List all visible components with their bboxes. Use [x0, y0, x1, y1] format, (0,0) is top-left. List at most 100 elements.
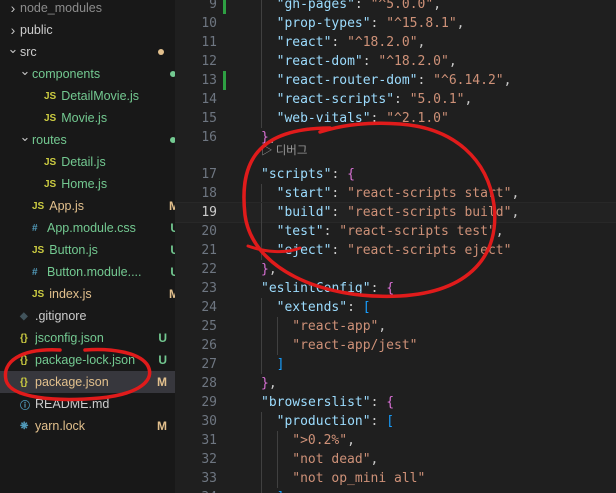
file-name: src — [20, 45, 37, 59]
folder-item[interactable]: › public — [0, 19, 175, 41]
code-token: : — [417, 73, 434, 88]
code-line[interactable]: 16}, — [175, 128, 616, 147]
code-text: "react": "^18.2.0", — [277, 33, 426, 52]
code-token: ">0.2%" — [292, 433, 348, 448]
folder-item[interactable]: ⌄ src — [0, 41, 175, 63]
file-item[interactable]: ◆ .gitignore — [0, 305, 175, 327]
file-item[interactable]: JS index.js M — [0, 283, 175, 305]
code-text: "build": "react-scripts build", — [277, 203, 520, 222]
line-number: 23 — [201, 281, 217, 296]
folder-item[interactable]: › node_modules — [0, 0, 175, 19]
json-file-icon: {} — [20, 376, 28, 388]
code-token: [ — [362, 300, 371, 315]
code-line[interactable]: 11 "react": "^18.2.0", — [175, 33, 616, 52]
code-text: }, — [261, 260, 277, 279]
file-item[interactable]: JSDetailMovie.jsU — [0, 85, 175, 107]
code-line[interactable]: 31 ">0.2%", — [175, 431, 616, 450]
code-token: , — [456, 16, 465, 31]
code-text: "eslintConfig": { — [261, 279, 394, 298]
code-token: : — [347, 300, 363, 315]
code-line[interactable]: 30 "production": [ — [175, 412, 616, 431]
javascript-file-icon: JS — [44, 156, 57, 168]
code-line[interactable]: 34] — [175, 488, 616, 493]
code-token: "gh-pages" — [276, 0, 355, 12]
code-text: "prop-types": "^15.8.1", — [277, 14, 465, 33]
explorer-sidebar: › node_modules › public ⌄ src ⌄ components JS Det… — [0, 0, 175, 493]
file-name: index.js — [49, 287, 92, 301]
code-token: , — [378, 319, 387, 334]
code-token: , — [503, 73, 512, 88]
code-text: "gh-pages": "^5.0.0", — [277, 0, 441, 14]
code-token: , — [347, 433, 355, 448]
file-item[interactable]: JSDetail.jsU — [0, 151, 175, 173]
file-item[interactable]: ⓘ README.md — [0, 393, 175, 415]
code-token: , — [370, 452, 379, 467]
code-token: : — [331, 243, 348, 258]
code-token: } — [261, 130, 269, 145]
code-line[interactable]: 21 "eject": "react-scripts eject" — [175, 241, 616, 260]
file-item[interactable]: # Button.module.... U — [0, 261, 175, 283]
file-item[interactable]: JS App.js M — [0, 195, 175, 217]
code-line[interactable]: 12 "react-dom": "^18.2.0", — [175, 52, 616, 71]
indent-guide — [261, 0, 262, 14]
file-name: Button.module.... — [47, 265, 142, 279]
json-file-icon: {} — [20, 332, 28, 344]
code-text: "react-scripts": "5.0.1", — [277, 90, 473, 109]
code-token: "web-vitals" — [276, 111, 371, 126]
code-line[interactable]: 19 "build": "react-scripts build", — [175, 202, 616, 223]
code-text: ] — [277, 355, 285, 374]
indent-guide — [276, 450, 278, 469]
line-number: 26 — [201, 338, 217, 353]
line-number: 15 — [201, 111, 217, 126]
code-line[interactable]: 13 "react-router-dom": "^6.14.2", — [175, 71, 616, 90]
folder-item[interactable]: ⌄ components — [0, 63, 175, 85]
file-item[interactable]: JS Button.js U — [0, 239, 175, 261]
indent-guide — [261, 469, 262, 488]
code-line[interactable]: 25 "react-app", — [175, 317, 616, 336]
javascript-file-icon: JS — [32, 288, 45, 300]
code-line[interactable]: 29 "browserslist": { — [175, 393, 616, 412]
file-item[interactable]: {} package-lock.json U — [0, 349, 175, 371]
code-editor[interactable]: ▷ 디버그 You, 지 9"gh-pages": "^5.0.0",10"pr… — [175, 0, 616, 493]
code-token: "test" — [276, 224, 324, 239]
file-name: package.json — [35, 375, 109, 389]
code-line[interactable]: 14 "react-scripts": "5.0.1", — [175, 90, 616, 109]
code-line[interactable]: 28}, — [175, 374, 616, 393]
code-line[interactable]: 22}, — [175, 260, 616, 279]
code-token: "browserslist" — [261, 395, 371, 410]
indent-guide — [276, 336, 278, 355]
code-line[interactable]: 18 "start": "react-scripts start", — [175, 184, 616, 203]
file-item[interactable]: {} package.json M — [0, 371, 175, 393]
code-line[interactable]: 24 "extends": [ — [175, 298, 616, 317]
file-item[interactable]: ❋ yarn.lock M — [0, 415, 175, 437]
code-line[interactable]: 23 "eslintConfig": { — [175, 279, 616, 298]
code-token: , — [511, 186, 520, 201]
code-token: "react-scripts build" — [347, 205, 512, 220]
code-line[interactable]: 32 "not dead", — [175, 450, 616, 469]
code-text: "not op_mini all" — [292, 469, 425, 488]
indent-guide — [261, 90, 262, 109]
file-item[interactable]: JSMovie.jsU — [0, 107, 175, 129]
css-file-icon: # — [32, 222, 38, 234]
code-line[interactable]: 27] — [175, 355, 616, 374]
file-item[interactable]: {} jsconfig.json U — [0, 327, 175, 349]
code-token: : — [323, 224, 340, 239]
code-token: "react-app/jest" — [292, 338, 418, 353]
code-line[interactable]: 15 "web-vitals": "^2.1.0" — [175, 109, 616, 128]
code-line[interactable]: 26 "react-app/jest" — [175, 336, 616, 355]
file-item[interactable]: # App.module.css U — [0, 217, 175, 239]
code-line[interactable]: 9 "gh-pages": "^5.0.0", — [175, 0, 616, 14]
code-line[interactable]: 20 "test": "react-scripts test", — [175, 222, 616, 241]
code-line[interactable]: 33 "not op_mini all" — [175, 469, 616, 488]
code-line[interactable]: 10 "prop-types": "^15.8.1", — [175, 14, 616, 33]
code-token: "^15.8.1" — [386, 16, 457, 31]
code-token: : — [370, 111, 387, 126]
code-token: "build" — [276, 205, 332, 220]
code-line[interactable]: 17 "scripts": { — [175, 165, 616, 184]
code-token: : — [354, 0, 371, 12]
file-name: Detail.js — [61, 155, 106, 169]
file-item[interactable]: JSHome.jsU — [0, 173, 175, 195]
folder-item[interactable]: ⌄ routes — [0, 129, 175, 151]
file-name: App.js — [49, 199, 84, 213]
code-text: }, — [261, 374, 277, 393]
